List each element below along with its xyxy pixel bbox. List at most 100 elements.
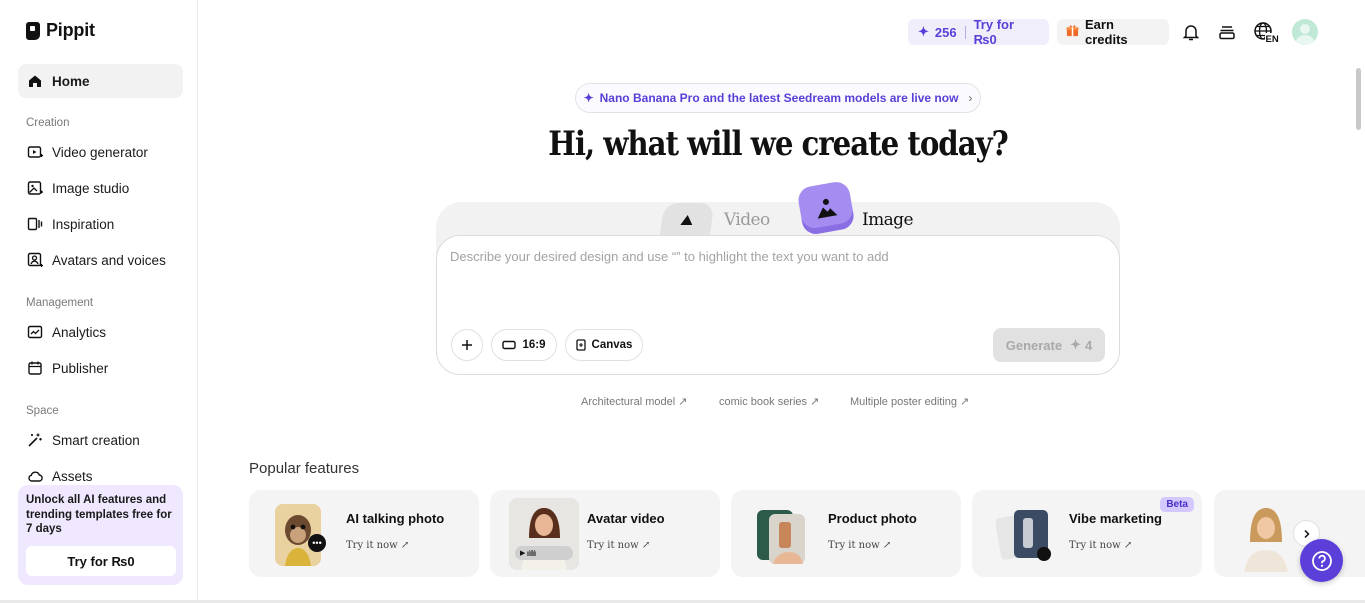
feature-card-vibe-marketing[interactable]: Vibe marketing Try it now ↗ Beta: [972, 490, 1202, 577]
calendar-icon: [27, 360, 43, 376]
generate-button[interactable]: Generate ✦ 4: [993, 328, 1105, 362]
sidebar-item-label: Inspiration: [52, 216, 115, 232]
add-attachment-button[interactable]: [451, 329, 483, 361]
card-title: Product photo: [828, 511, 917, 526]
card-title: Avatar video: [587, 511, 665, 526]
brand-name: Pippit: [46, 20, 95, 40]
mode-tab-image[interactable]: Image: [796, 179, 914, 237]
card-try-link[interactable]: Try it now ↗: [587, 540, 650, 551]
generate-cost: 4: [1085, 337, 1093, 353]
sidebar-item-label: Avatars and voices: [52, 252, 166, 268]
feature-card-product-photo[interactable]: Product photo Try it now ↗: [731, 490, 961, 577]
beta-badge: Beta: [1160, 497, 1194, 512]
language-code: EN: [1266, 34, 1279, 43]
language-globe-icon[interactable]: EN: [1253, 21, 1279, 43]
aspect-ratio-button[interactable]: 16:9: [491, 329, 557, 361]
home-icon: [27, 73, 43, 89]
help-button[interactable]: [1300, 539, 1343, 582]
sidebar-item-publisher[interactable]: Publisher: [18, 351, 183, 385]
divider: [964, 25, 966, 39]
card-try-link[interactable]: Try it now ↗: [346, 540, 409, 551]
announcement-banner[interactable]: ✦ Nano Banana Pro and the latest Seedrea…: [575, 83, 981, 113]
canvas-button[interactable]: Canvas: [565, 329, 643, 361]
suggestion-chip[interactable]: Architectural model ↗: [581, 395, 687, 408]
sidebar-item-video-generator[interactable]: Video generator: [18, 135, 183, 169]
video-generator-icon: [27, 144, 43, 160]
video-mode-icon: [659, 203, 715, 237]
user-avatar[interactable]: [1292, 19, 1318, 45]
mode-video-label: Video: [724, 210, 770, 230]
analytics-icon: [27, 324, 43, 340]
mode-tab-video[interactable]: Video: [659, 203, 770, 237]
avatar-voice-icon: [27, 252, 43, 268]
credits-pill[interactable]: ✦ 256 Try for ₨0: [908, 17, 1049, 47]
cloud-icon: [27, 468, 43, 484]
image-mode-icon: [796, 179, 856, 237]
prompt-input[interactable]: [450, 249, 1100, 264]
card-title: AI talking photo: [346, 511, 445, 526]
announcement-text: Nano Banana Pro and the latest Seedream …: [599, 91, 959, 105]
canvas-icon: [575, 339, 586, 351]
sidebar-item-home[interactable]: Home: [18, 64, 183, 98]
upgrade-promo: Unlock all AI features and trending temp…: [18, 485, 183, 585]
chat-bubble-icon: •••: [308, 534, 326, 552]
plus-icon: [462, 340, 472, 350]
section-creation: Creation: [26, 117, 70, 129]
sidebar-item-avatars-voices[interactable]: Avatars and voices: [18, 243, 183, 277]
credits-count: 256: [934, 24, 957, 40]
stack-icon[interactable]: [1216, 21, 1238, 43]
brand-logo[interactable]: Pippit: [26, 20, 95, 41]
inspiration-icon: [27, 216, 43, 232]
sidebar-item-label: Video generator: [52, 144, 148, 160]
sparkle-icon: ✦: [583, 91, 594, 105]
portrait-thumbnail: [1236, 500, 1296, 572]
page-scrollbar[interactable]: [1356, 68, 1361, 130]
app-root: Pippit Home Creation Video generator Ima…: [0, 0, 1365, 603]
play-icon: ▶: [520, 550, 526, 557]
feature-card-avatar-video[interactable]: ▶ ıılıllılı Avatar video Try it now ↗: [490, 490, 720, 577]
sidebar-item-smart-creation[interactable]: Smart creation: [18, 423, 183, 457]
popular-features-title: Popular features: [249, 460, 360, 477]
promo-text: Unlock all AI features and trending temp…: [26, 494, 172, 535]
pippit-logo-icon: [26, 21, 40, 40]
canvas-label: Canvas: [591, 339, 633, 351]
sidebar-item-inspiration[interactable]: Inspiration: [18, 207, 183, 241]
gift-icon: [1066, 24, 1079, 40]
mode-image-label: Image: [862, 210, 914, 230]
sidebar-item-label: Home: [52, 73, 90, 89]
generate-label: Generate: [1005, 337, 1063, 353]
chevron-right-icon: ›: [968, 91, 973, 105]
sparkle-icon: ✦: [918, 24, 929, 39]
feature-card-ai-talking-photo[interactable]: ••• AI talking photo Try it now ↗: [249, 490, 479, 577]
help-icon: [1311, 550, 1332, 571]
vibe-thumbnail: [996, 506, 1056, 566]
card-try-link[interactable]: Try it now ↗: [828, 540, 891, 551]
section-management: Management: [26, 297, 94, 309]
suggestion-chip[interactable]: Multiple poster editing ↗: [850, 395, 969, 408]
card-try-link[interactable]: Try it now ↗: [1069, 540, 1132, 551]
prompt-composer: 16:9 Canvas Generate ✦ 4: [436, 235, 1120, 375]
sidebar-item-label: Publisher: [52, 360, 109, 376]
sidebar-item-image-studio[interactable]: Image studio: [18, 171, 183, 205]
try-for-label: Try for ₨0: [973, 17, 1015, 47]
sidebar-item-label: Smart creation: [52, 432, 140, 448]
image-studio-icon: [27, 180, 43, 196]
suggestion-chip[interactable]: comic book series ↗: [719, 395, 819, 408]
earn-credits-button[interactable]: Earn credits: [1057, 17, 1169, 47]
product-thumbnail: [755, 506, 811, 564]
bell-icon[interactable]: [1180, 21, 1202, 43]
credit-sparkle-icon: ✦: [1070, 337, 1082, 352]
chevron-right-icon: [1303, 529, 1310, 538]
page-headline: Hi, what will we create today?: [548, 124, 1008, 164]
audio-waveform-bar: ▶ ıılıllılı: [515, 546, 573, 560]
try-free-button[interactable]: Try for ₨0: [26, 546, 176, 576]
sidebar-item-analytics[interactable]: Analytics: [18, 315, 183, 349]
sidebar-item-label: Image studio: [52, 180, 130, 196]
aspect-ratio-value: 16:9: [522, 339, 546, 351]
earn-credits-label: Earn credits: [1085, 17, 1128, 47]
magic-wand-icon: [27, 432, 43, 448]
sidebar: Pippit Home Creation Video generator Ima…: [0, 0, 198, 603]
sidebar-item-label: Assets: [52, 468, 93, 484]
aspect-ratio-icon: [502, 340, 517, 350]
card-title: Vibe marketing: [1069, 511, 1162, 526]
